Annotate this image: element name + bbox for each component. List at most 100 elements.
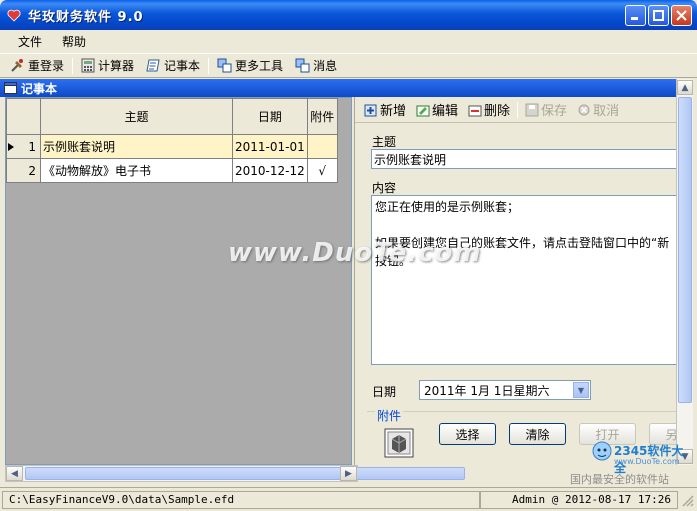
scroll-left-button[interactable]: ◀	[6, 466, 23, 481]
scroll-up-button[interactable]: ▲	[677, 80, 693, 95]
chevron-down-icon[interactable]: ▼	[573, 382, 589, 398]
message-button[interactable]: 消息	[289, 55, 343, 76]
status-file-path: C:\EasyFinanceV9.0\data\Sample.efd	[2, 490, 480, 509]
chevron-up-icon: ▲	[681, 82, 689, 93]
clear-attachment-button[interactable]: 清除	[509, 423, 566, 445]
column-header-date[interactable]: 日期	[232, 98, 308, 135]
more-tools-label: 更多工具	[235, 59, 284, 73]
cell-attachment[interactable]	[306, 134, 338, 159]
column-header-subject[interactable]: 主题	[40, 98, 233, 135]
notepad-label: 记事本	[164, 59, 201, 73]
status-bar: C:\EasyFinanceV9.0\data\Sample.efd Admin…	[0, 487, 697, 511]
chevron-right-icon: ▶	[345, 468, 352, 479]
maximize-button[interactable]	[648, 5, 669, 26]
grid-header-row: 主题 日期 附件	[6, 98, 338, 135]
content-label: 内容	[372, 181, 397, 195]
grid-corner-cell	[6, 98, 41, 135]
main-toolbar: 重登录 计算器 记事本 更多工具 消息	[0, 53, 697, 78]
cancel-icon	[578, 104, 590, 115]
notepad-panel-header: 记事本	[0, 79, 691, 97]
watermark-slogan: 国内最安全的软件站	[570, 473, 669, 486]
message-icon	[295, 58, 310, 73]
panel-title: 记事本	[21, 81, 58, 96]
add-label: 新增	[380, 104, 407, 119]
current-row-arrow-icon	[8, 142, 14, 151]
table-row[interactable]: 2 《动物解放》电子书 2010-12-12 √	[6, 158, 338, 183]
detail-toolbar: 新增 编辑 删除 保存 取消	[355, 97, 676, 123]
attachment-label: 附件	[375, 407, 404, 424]
column-header-attachment[interactable]: 附件	[306, 98, 338, 135]
relogin-icon	[11, 59, 23, 72]
notepad-button[interactable]: 记事本	[140, 55, 206, 76]
calculator-button[interactable]: 计算器	[75, 55, 140, 76]
window-title: 华玫财务软件 9.0	[28, 9, 144, 25]
title-bar[interactable]: 华玫财务软件 9.0	[0, 0, 697, 30]
save-label: 保存	[541, 104, 568, 119]
horizontal-scrollbar[interactable]: ◀ ▶	[5, 465, 465, 482]
delete-button[interactable]: 删除	[463, 100, 515, 119]
save-button[interactable]: 保存	[520, 100, 572, 119]
notepad-icon	[146, 59, 160, 72]
relogin-button[interactable]: 重登录	[4, 55, 70, 76]
close-button[interactable]	[671, 5, 692, 26]
edit-icon	[416, 105, 430, 116]
date-label: 日期	[372, 385, 397, 399]
maximize-icon	[653, 10, 664, 21]
date-picker[interactable]: 2011年 1月 1日星期六 ▼	[419, 380, 591, 400]
content-textarea[interactable]: 您正在使用的是示例账套； 如果要创建您自己的账套文件，请点击登陆窗口中的“新 按…	[371, 195, 676, 365]
cell-subject[interactable]: 示例账套说明	[40, 134, 233, 159]
row-number: 2	[28, 163, 36, 178]
edit-button[interactable]: 编辑	[411, 100, 463, 119]
delete-label: 删除	[484, 104, 511, 119]
tools-icon	[217, 58, 232, 73]
toolbar-separator	[72, 57, 74, 74]
attachment-file-icon[interactable]	[383, 427, 415, 459]
scroll-right-button[interactable]: ▶	[340, 466, 357, 481]
message-label: 消息	[313, 59, 338, 73]
chevron-left-icon: ◀	[11, 468, 18, 479]
status-user-time: Admin @ 2012-08-17 17:26	[480, 490, 678, 509]
row-indicator[interactable]: 1	[6, 134, 41, 159]
relogin-label: 重登录	[28, 59, 65, 73]
row-indicator[interactable]: 2	[6, 158, 41, 183]
calculator-icon	[81, 58, 95, 73]
more-tools-button[interactable]: 更多工具	[211, 55, 289, 76]
toolbar-separator	[208, 57, 210, 74]
vertical-scrollbar[interactable]: ▲ ▼	[676, 79, 693, 465]
close-icon	[676, 10, 687, 21]
row-number: 1	[28, 139, 36, 154]
notepad-window-icon	[4, 82, 17, 94]
vertical-scroll-thumb[interactable]	[678, 97, 692, 403]
calculator-label: 计算器	[98, 59, 135, 73]
resize-grip-icon	[682, 494, 694, 507]
subject-label: 主题	[372, 135, 397, 149]
add-icon	[364, 104, 377, 116]
menu-file[interactable]: 文件	[8, 33, 52, 50]
menu-bar: 文件 帮助	[0, 30, 697, 52]
cell-date[interactable]: 2011-01-01	[232, 134, 308, 159]
corner-watermark: 2345软件大全 www.DuoTe.com 国内最安全的软件站	[570, 440, 695, 486]
table-row[interactable]: 1 示例账套说明 2011-01-01	[6, 134, 338, 159]
choose-attachment-button[interactable]: 选择	[439, 423, 496, 445]
subject-field[interactable]: 示例账套说明	[371, 149, 676, 169]
save-icon	[525, 103, 539, 116]
menu-help[interactable]: 帮助	[52, 33, 96, 50]
minimize-button[interactable]	[625, 5, 646, 26]
cell-attachment[interactable]: √	[306, 158, 338, 183]
app-heart-icon	[6, 7, 22, 23]
horizontal-scroll-thumb[interactable]	[25, 467, 465, 480]
cancel-button[interactable]: 取消	[572, 100, 624, 119]
cancel-label: 取消	[593, 104, 620, 119]
edit-label: 编辑	[432, 104, 459, 119]
watermark-url: www.DuoTe.com	[614, 457, 680, 466]
note-detail-pane: 新增 编辑 删除 保存 取消 主题 示例账套说明 内容 您正在使用的是示例账套；…	[354, 97, 676, 465]
cell-subject[interactable]: 《动物解放》电子书	[40, 158, 233, 183]
minimize-icon	[631, 17, 638, 20]
add-button[interactable]: 新增	[359, 100, 411, 119]
toolbar-separator	[517, 101, 519, 118]
cell-date[interactable]: 2010-12-12	[232, 158, 308, 183]
mascot-icon	[592, 441, 612, 461]
watermark-text: www.DuoTe.com	[228, 238, 482, 268]
delete-icon	[468, 105, 482, 116]
notes-grid[interactable]: 主题 日期 附件 1 示例账套说明 2011-01-01 2 《动物解放》电子书…	[5, 97, 352, 465]
